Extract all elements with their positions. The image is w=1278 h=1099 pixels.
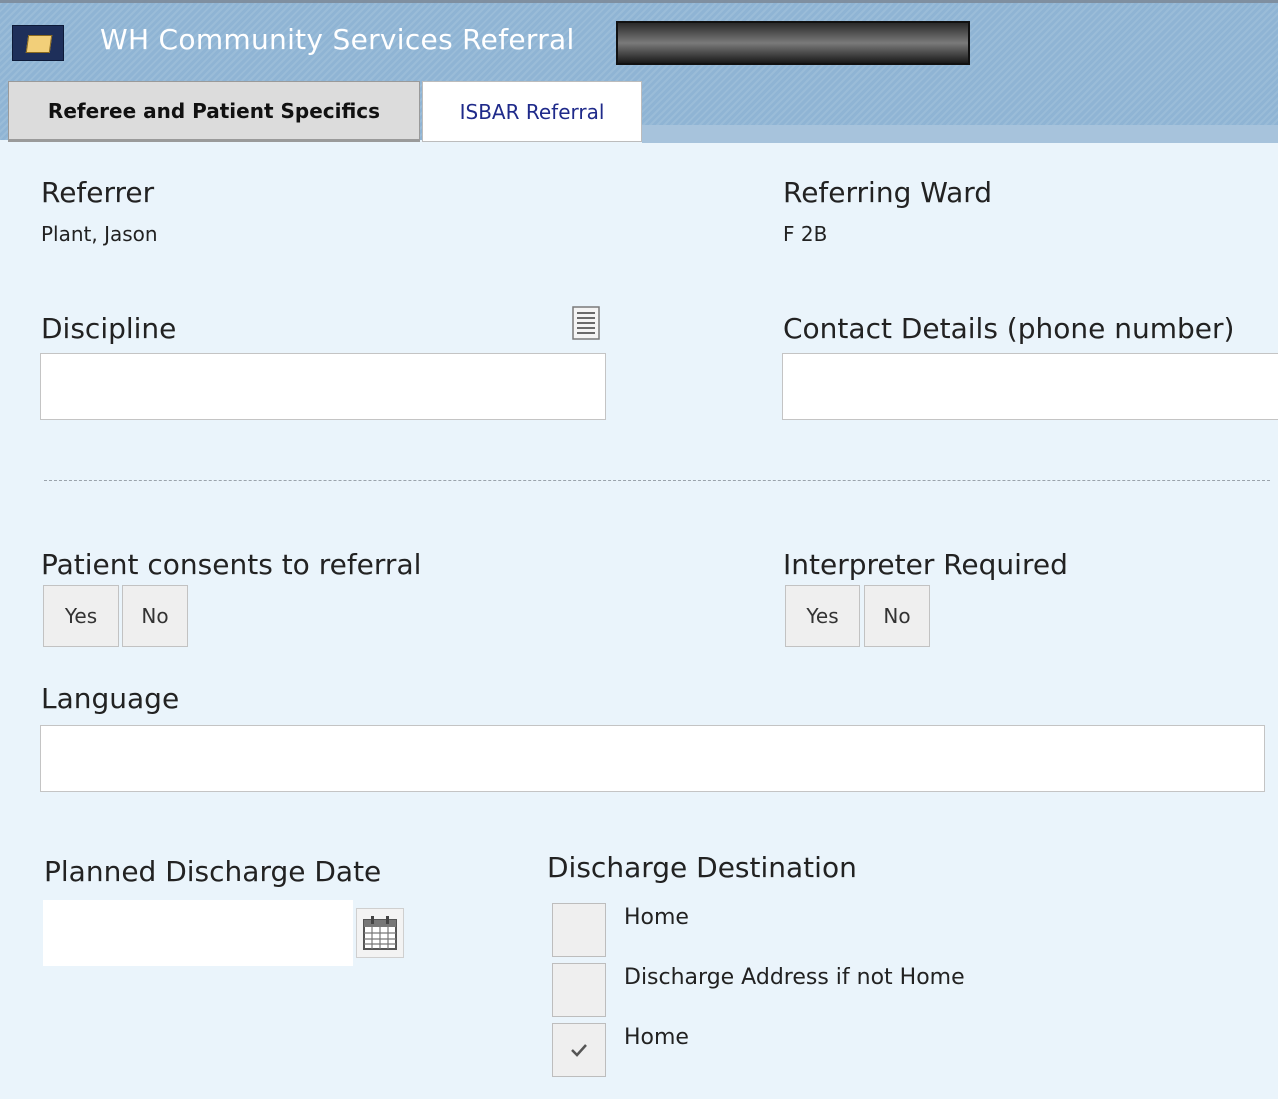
discharge-date-label: Planned Discharge Date xyxy=(44,855,382,888)
tab-label: ISBAR Referral xyxy=(459,99,605,124)
referring-ward-label: Referring Ward xyxy=(783,176,993,209)
interpreter-label: Interpreter Required xyxy=(783,548,1068,581)
checkmark-icon xyxy=(571,1044,587,1057)
discharge-date-input[interactable] xyxy=(43,900,353,966)
discipline-input[interactable] xyxy=(40,353,606,420)
language-label: Language xyxy=(41,682,180,715)
destination-checkbox-home-checked[interactable] xyxy=(552,1023,606,1077)
referring-ward-value: F 2B xyxy=(783,222,828,246)
destination-checkbox-address[interactable] xyxy=(552,963,606,1017)
referrer-label: Referrer xyxy=(41,176,155,209)
interpreter-no-button[interactable]: No xyxy=(864,585,930,647)
tab-referee-patient-specifics[interactable]: Referee and Patient Specifics xyxy=(8,81,420,142)
discharge-destination-label: Discharge Destination xyxy=(547,851,857,884)
referrer-value: Plant, Jason xyxy=(41,222,158,246)
tab-isbar-referral[interactable]: ISBAR Referral xyxy=(422,81,642,142)
contact-details-input[interactable] xyxy=(782,353,1278,420)
consent-label: Patient consents to referral xyxy=(41,548,422,581)
list-lookup-icon[interactable] xyxy=(572,306,600,340)
calendar-icon xyxy=(363,916,397,950)
app-folder-icon xyxy=(12,25,64,61)
window-title: WH Community Services Referral xyxy=(100,23,575,56)
section-divider xyxy=(44,480,1270,481)
consent-yes-button[interactable]: Yes xyxy=(43,585,119,647)
interpreter-yes-button[interactable]: Yes xyxy=(785,585,860,647)
language-input[interactable] xyxy=(40,725,1265,792)
tab-strip-edge xyxy=(642,125,1278,143)
destination-option-label: Home xyxy=(624,905,689,930)
contact-details-label: Contact Details (phone number) xyxy=(783,312,1235,345)
destination-checkbox-home[interactable] xyxy=(552,903,606,957)
destination-option-label: Home xyxy=(624,1025,689,1050)
calendar-button[interactable] xyxy=(356,908,404,958)
title-bar: WH Community Services Referral Referee a… xyxy=(0,0,1278,143)
destination-option-label: Discharge Address if not Home xyxy=(624,965,965,990)
consent-no-button[interactable]: No xyxy=(122,585,188,647)
tab-label: Referee and Patient Specifics xyxy=(47,98,381,123)
redacted-patient-banner xyxy=(616,21,970,65)
referral-form-window: WH Community Services Referral Referee a… xyxy=(0,0,1278,1099)
discipline-label: Discipline xyxy=(41,312,177,345)
